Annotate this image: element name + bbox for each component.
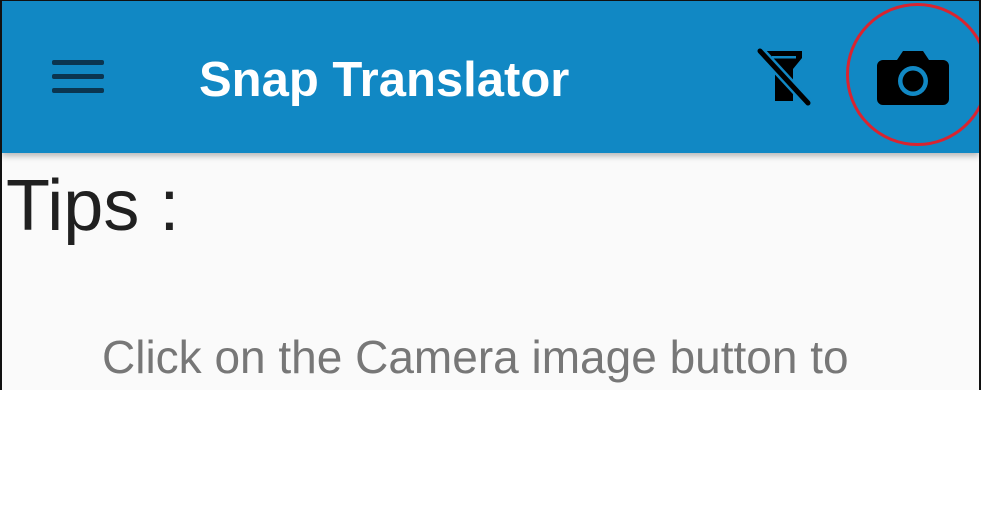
hamburger-menu-icon-line [52,74,104,79]
tips-text: Click on the Camera image button to [102,331,849,383]
app-title: Snap Translator [199,53,570,107]
app-screen: Snap Translator Tips : Click on the Came… [0,0,981,390]
tips-heading: Tips : [6,166,180,246]
flash-off-icon [755,46,813,108]
app-bar: Snap Translator [2,1,979,153]
menu-button[interactable] [52,56,106,98]
hamburger-menu-icon [52,60,104,65]
flash-toggle-button[interactable] [750,43,818,111]
hamburger-menu-icon-line [52,88,104,93]
camera-icon [877,51,949,105]
camera-button[interactable] [875,46,951,108]
